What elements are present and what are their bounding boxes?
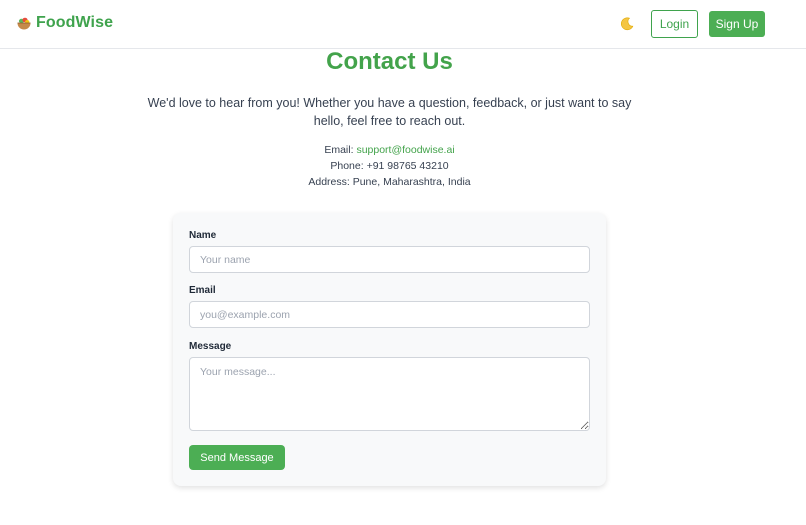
contact-email-link[interactable]: support@foodwise.ai (356, 144, 454, 156)
name-label: Name (189, 230, 217, 241)
brand-name: FoodWise (36, 14, 114, 31)
contact-phone-label: Phone: (330, 160, 364, 172)
signup-button[interactable]: Sign Up (709, 11, 765, 37)
contact-address-value: Pune, Maharashtra, India (352, 176, 471, 188)
intro-text: We'd love to hear from you! Whether you … (147, 96, 632, 128)
send-message-button[interactable]: Send Message (189, 445, 285, 470)
email-input[interactable] (189, 301, 590, 328)
name-input[interactable] (189, 246, 590, 273)
contact-phone-row: Phone: +91 98765 43210 (240, 158, 539, 174)
brand-logo[interactable]: FoodWise (16, 14, 113, 32)
contact-address-label: Address: (308, 176, 350, 188)
email-label: Email (189, 285, 216, 296)
theme-toggle[interactable] (619, 16, 635, 32)
contact-email-row: Email: support@foodwise.ai (240, 142, 539, 158)
contact-phone-value: +91 98765 43210 (366, 160, 449, 172)
message-textarea[interactable] (189, 357, 590, 431)
contact-address-row: Address: Pune, Maharashtra, India (240, 174, 539, 190)
page-title: Contact Us (326, 48, 453, 75)
login-button[interactable]: Login (651, 10, 698, 38)
contact-form: Name Email Message Send Message (173, 213, 606, 486)
moon-icon (621, 17, 634, 31)
contact-info: Email: support@foodwise.ai Phone: +91 98… (240, 142, 539, 190)
contact-email-label: Email: (324, 144, 354, 156)
salad-bowl-icon (17, 17, 31, 30)
message-label: Message (189, 341, 232, 352)
navbar: FoodWise Login Sign Up (0, 0, 806, 49)
